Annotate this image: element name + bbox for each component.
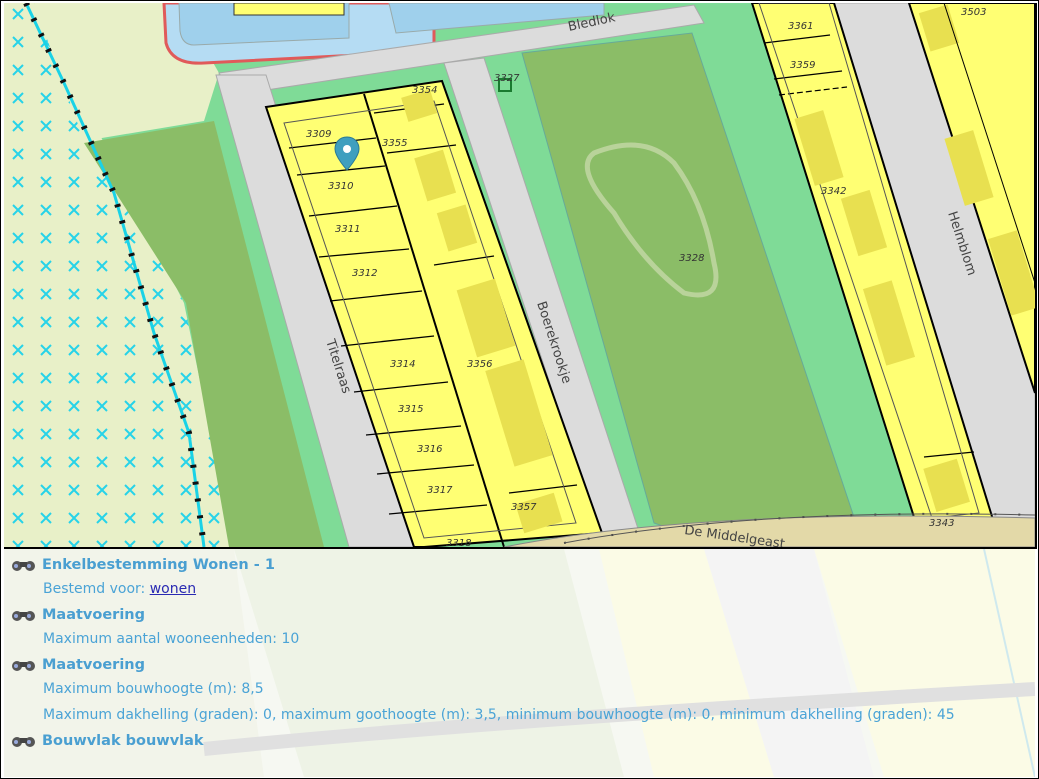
parcel-label: 3327 — [494, 73, 520, 84]
feature-entry-line: Maximum bouwhoogte (m): 8,5 — [4, 677, 1035, 703]
feature-entry-title[interactable]: Maatvoering — [42, 657, 145, 673]
parcel-label: 3356 — [467, 359, 492, 370]
feature-entry-header[interactable]: Bouwvlak bouwvlak — [4, 729, 1035, 753]
parcel-label: 3359 — [790, 60, 815, 71]
feature-entry-header[interactable]: Maatvoering — [4, 653, 1035, 677]
parcel-label: 3328 — [679, 253, 704, 264]
feature-entry-line: Maximum dakhelling (graden): 0, maximum … — [4, 703, 1035, 729]
parcel-label: 3316 — [417, 444, 442, 455]
feature-entry-text: Maximum bouwhoogte (m): 8,5 — [43, 681, 264, 697]
feature-entry: Bouwvlak bouwvlak — [4, 729, 1035, 753]
parcel-label: 3357 — [511, 502, 537, 513]
parcel-label: 3309 — [306, 129, 331, 140]
feature-entry-title[interactable]: Bouwvlak bouwvlak — [42, 733, 204, 749]
parcel-label: 3355 — [382, 138, 407, 149]
feature-entry: Maatvoering Maximum bouwhoogte (m): 8,5 Ma… — [4, 653, 1035, 729]
parcel-label: 3354 — [412, 85, 437, 96]
parcel-label: 3343 — [929, 518, 954, 529]
feature-entry-link[interactable]: wonen — [150, 581, 196, 597]
binoculars-icon — [12, 737, 35, 747]
zoning-map[interactable]: Bledlok Titelraas Boerekrookje Helmblom … — [4, 3, 1037, 549]
parcel-label: 3310 — [328, 181, 353, 192]
parcel-label: 3361 — [788, 21, 813, 32]
parcel-label: 3311 — [335, 224, 360, 235]
binoculars-icon — [12, 561, 35, 571]
feature-entry-title[interactable]: Enkelbestemming Wonen - 1 — [42, 557, 275, 573]
parcel-label: 3317 — [427, 485, 453, 496]
parcel-label: 3314 — [390, 359, 415, 370]
feature-entry-text: Maximum aantal wooneenheden: 10 — [43, 631, 300, 647]
feature-entry-text: Maximum dakhelling (graden): 0, maximum … — [43, 707, 955, 723]
feature-entry-line: Maximum aantal wooneenheden: 10 — [4, 627, 1035, 653]
parcel-label: 3312 — [352, 268, 377, 279]
parcel-label: 3342 — [821, 186, 846, 197]
parcel-label: 3503 — [961, 7, 986, 18]
parcel-label: 3315 — [398, 404, 423, 415]
feature-info-panel: Enkelbestemming Wonen - 1 Bestemd voor: w… — [4, 549, 1035, 777]
feature-entry-text: Bestemd voor: — [43, 581, 150, 597]
binoculars-icon — [12, 611, 35, 621]
feature-entry-title[interactable]: Maatvoering — [42, 607, 145, 623]
feature-list: Enkelbestemming Wonen - 1 Bestemd voor: w… — [4, 553, 1035, 753]
feature-entry-line: Bestemd voor: wonen — [4, 577, 1035, 603]
feature-entry-header[interactable]: Enkelbestemming Wonen - 1 — [4, 553, 1035, 577]
map-viewer: Bledlok Titelraas Boerekrookje Helmblom … — [0, 0, 1039, 779]
binoculars-icon — [12, 661, 35, 671]
feature-entry: Enkelbestemming Wonen - 1 Bestemd voor: w… — [4, 553, 1035, 603]
feature-entry: Maatvoering Maximum aantal wooneenheden: … — [4, 603, 1035, 653]
feature-entry-header[interactable]: Maatvoering — [4, 603, 1035, 627]
parcel-label: 3318 — [446, 538, 471, 547]
